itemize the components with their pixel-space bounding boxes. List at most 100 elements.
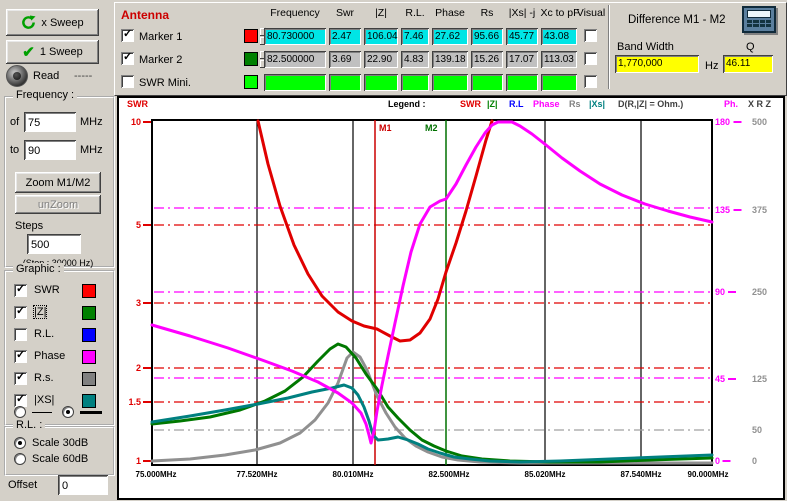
swr-mini-cell <box>471 74 503 91</box>
m2-xs-value: 17.07 <box>506 51 538 68</box>
m2-z-value: 22.90 <box>364 51 398 68</box>
marker2-flag-label: M2 <box>425 123 438 133</box>
m2-frequency-value[interactable]: 82.500000 <box>264 51 326 68</box>
unzoom-label: unZoom <box>38 199 78 211</box>
read-label: Read <box>33 70 59 82</box>
phase-axis-title: Ph. <box>724 99 738 109</box>
legend-title: Legend : <box>388 99 426 109</box>
plot-frame <box>152 120 712 465</box>
q-value: 46.11 <box>723 55 773 73</box>
x-tick-label: 90.000MHz <box>688 470 729 479</box>
swr-mini-cell <box>541 74 577 91</box>
graphic-phase-label: Phase <box>34 350 65 362</box>
graphic-swr-label: SWR <box>34 284 60 296</box>
m1-visual-checkbox[interactable] <box>584 29 597 42</box>
legend-item: |Xs| <box>589 99 605 109</box>
read-dashes: ----- <box>74 70 92 82</box>
thin-line-sample <box>32 412 52 413</box>
x-sweep-button[interactable]: x Sweep <box>6 9 99 36</box>
marker1-label: Marker 1 <box>139 31 182 43</box>
graphic-z-checkbox[interactable] <box>14 306 27 319</box>
graphic-rl-label: R.L. <box>34 328 54 340</box>
swr-mini-cell <box>264 74 326 91</box>
swr-mini-cell <box>329 74 361 91</box>
graphic-swr-checkbox[interactable] <box>14 284 27 297</box>
offset-input[interactable] <box>58 475 108 495</box>
m2-xc-value: 113.03 <box>541 51 577 68</box>
x-tick-label: 82.500MHz <box>429 470 470 479</box>
col-header-swr: Swr <box>329 7 361 19</box>
x-sweep-label: x Sweep <box>41 17 83 29</box>
offset-label: Offset <box>8 479 37 491</box>
calculator-icon[interactable] <box>742 6 776 33</box>
graphic-rs-label: R.s. <box>34 372 54 384</box>
marker2-checkbox[interactable] <box>121 52 134 65</box>
freq-to-unit: MHz <box>80 144 103 156</box>
swr-axis-title: SWR <box>127 99 148 109</box>
freq-from-unit: MHz <box>80 116 103 128</box>
swr-mini-visual-checkbox[interactable] <box>584 75 597 88</box>
m1-rl-value: 7.46 <box>401 28 429 45</box>
marker2-label: Marker 2 <box>139 54 182 66</box>
m1-frequency-value[interactable]: 80.730000 <box>264 28 326 45</box>
graphic-rs-checkbox[interactable] <box>14 372 27 385</box>
graphic-group: Graphic : SWR |Z| R.L. Phase R.s. |XS| <box>4 270 115 426</box>
steps-input[interactable] <box>27 234 81 254</box>
m2-phase-value: 139.18 <box>432 51 468 68</box>
rs-curve <box>152 352 712 463</box>
rl-scale-group: R.L. : Scale 30dB Scale 60dB <box>4 426 115 476</box>
line-thick-radio[interactable] <box>62 406 74 418</box>
swr-tick-label: 10 <box>131 117 141 127</box>
legend-item: Phase <box>533 99 560 109</box>
xs-curve <box>152 385 712 462</box>
ohm-tick-label: 250 <box>752 287 767 297</box>
ohm-tick-label: 125 <box>752 374 767 384</box>
ohm-tick-label: 500 <box>752 117 767 127</box>
zoom-m1-m2-button[interactable]: Zoom M1/M2 <box>15 172 101 193</box>
swr-curve <box>258 121 492 341</box>
col-header-z: |Z| <box>364 7 398 19</box>
graphic-swr-swatch <box>82 284 96 298</box>
hz-unit-label: Hz <box>705 60 718 72</box>
unzoom-button[interactable]: unZoom <box>15 195 101 214</box>
chart-panel-bg <box>118 97 784 499</box>
x-tick-label: 77.520MHz <box>237 470 278 479</box>
zoom-m1-m2-label: Zoom M1/M2 <box>26 177 91 189</box>
marker1-checkbox[interactable] <box>121 29 134 42</box>
read-led-icon[interactable] <box>6 65 28 87</box>
m1-phase-value: 27.62 <box>432 28 468 45</box>
swr-mini-cell <box>432 74 468 91</box>
freq-to-input[interactable] <box>24 140 76 160</box>
graphic-phase-swatch <box>82 350 96 364</box>
col-header-rs: Rs <box>471 7 503 19</box>
freq-from-input[interactable] <box>24 112 76 132</box>
freq-from-label: of <box>10 116 19 128</box>
x-tick-label: 75.000MHz <box>136 470 177 479</box>
m2-visual-checkbox[interactable] <box>584 52 597 65</box>
swr-mini-color-swatch <box>244 75 258 89</box>
legend-item: D(R,|Z| = Ohm.) <box>618 99 683 109</box>
graphic-rl-checkbox[interactable] <box>14 328 27 341</box>
difference-title: Difference M1 - M2 <box>628 14 726 26</box>
swr-mini-cell <box>506 74 538 91</box>
panel-divider <box>608 5 610 89</box>
one-sweep-button[interactable]: ✔ 1 Sweep <box>6 40 99 64</box>
swr-mini-cell <box>364 74 398 91</box>
rl-group-title: R.L. : <box>13 419 45 431</box>
z-curve <box>152 344 712 462</box>
bandwidth-value: 1,770,000 <box>615 55 699 73</box>
graphic-phase-checkbox[interactable] <box>14 350 27 363</box>
phase-tick-label: 45 <box>715 374 725 384</box>
x-tick-label: 80.010MHz <box>333 470 374 479</box>
one-sweep-label: 1 Sweep <box>40 46 83 58</box>
scale-60db-radio[interactable] <box>14 453 26 465</box>
phase-tick-label: 180 <box>715 117 730 127</box>
m1-swr-value: 2.47 <box>329 28 361 45</box>
line-thin-radio[interactable] <box>14 406 26 418</box>
bandwidth-label: Band Width <box>617 41 674 53</box>
col-header-frequency: Frequency <box>264 7 326 19</box>
scale-30db-radio[interactable] <box>14 437 26 449</box>
m1-rs-value: 95.66 <box>471 28 503 45</box>
swr-mini-checkbox[interactable] <box>121 75 134 88</box>
graphic-z-swatch <box>82 306 96 320</box>
